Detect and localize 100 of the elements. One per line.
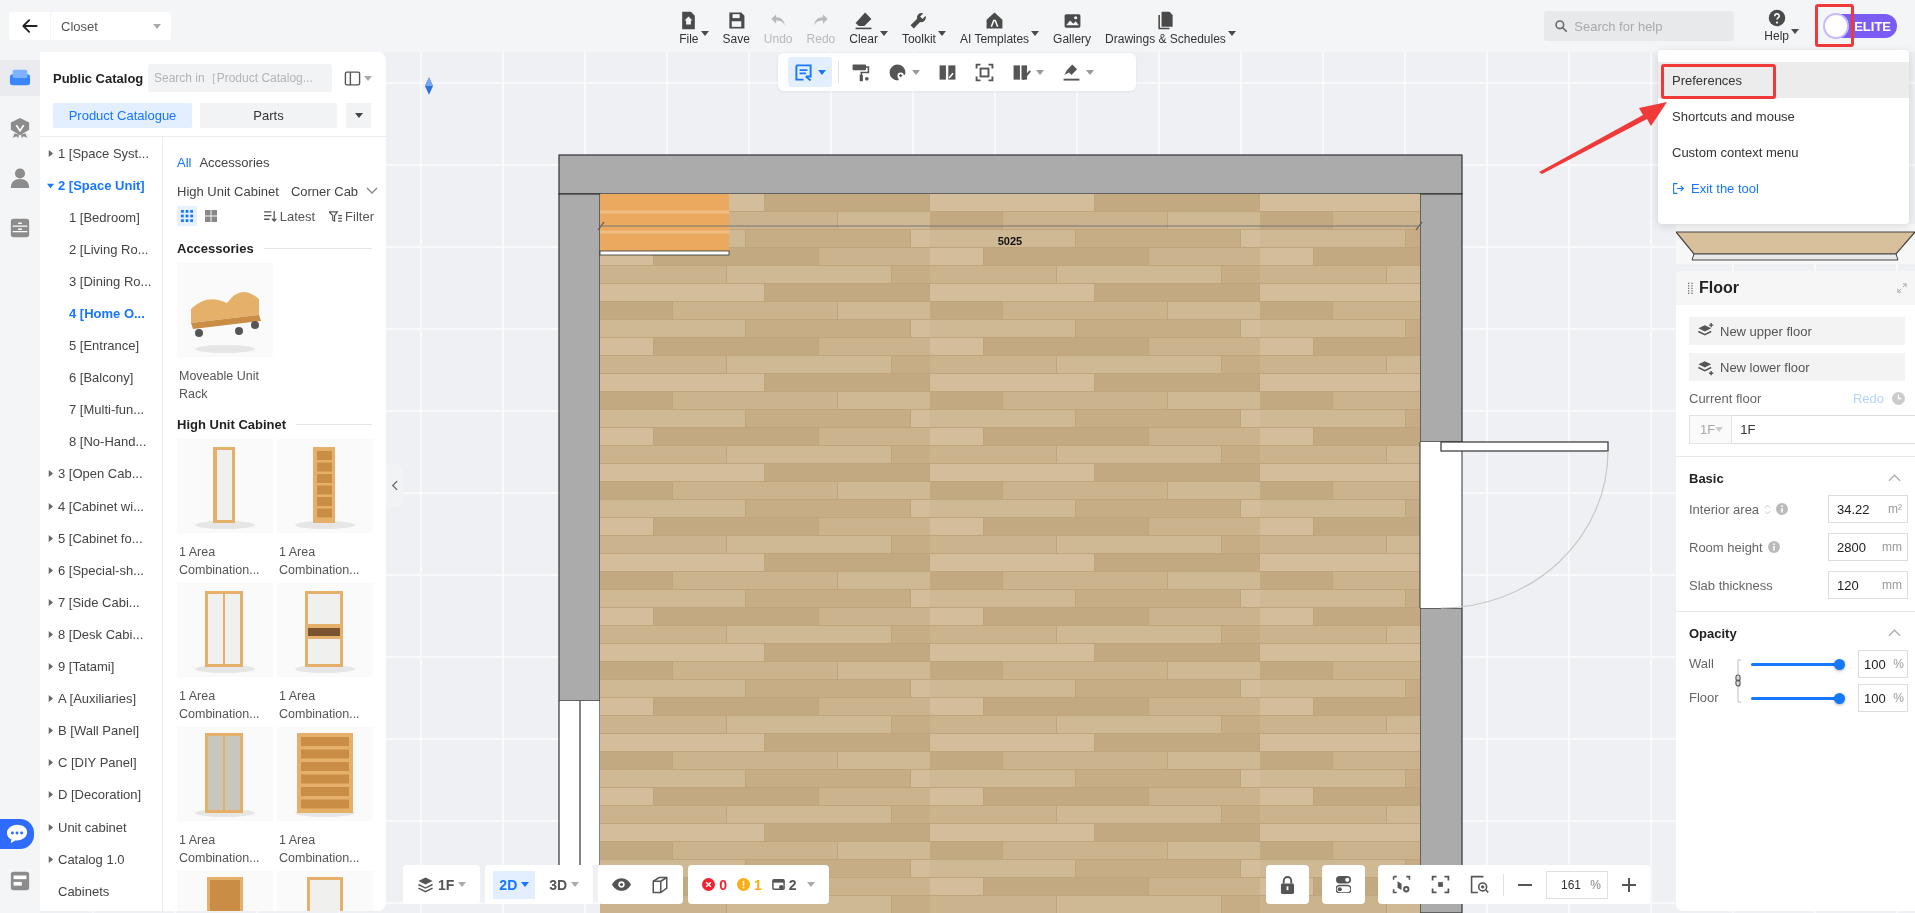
zoom-field[interactable]: 161 % xyxy=(1546,870,1608,899)
tree-item[interactable]: A [Auxiliaries] xyxy=(40,682,162,715)
tree-item[interactable]: 9 [Tatami] xyxy=(40,650,162,683)
view-mode-tab[interactable]: 2D xyxy=(493,870,536,899)
tree-item[interactable]: 8 [No-Hand... xyxy=(40,425,162,458)
catalog-tab[interactable]: Parts xyxy=(200,103,337,128)
tree-item[interactable]: 8 [Desk Cabi... xyxy=(40,618,162,651)
toolbar-button[interactable]: Drawings & Schedules xyxy=(1103,10,1238,46)
toolbar-button[interactable]: File xyxy=(677,10,711,46)
avatar[interactable] xyxy=(1823,13,1849,39)
layout-button[interactable] xyxy=(344,69,372,87)
toolbar-button[interactable]: Save xyxy=(720,10,752,46)
number-field[interactable]: 100 % xyxy=(1858,684,1908,712)
tree-item[interactable]: 4 [Home O... xyxy=(40,297,162,330)
tree-item[interactable]: 6 [Special-sh... xyxy=(40,554,162,587)
catalog-tab[interactable]: Product Catalogue xyxy=(53,103,192,128)
tree-item[interactable]: 2 [Space Unit] xyxy=(40,169,162,202)
chevron-down-icon xyxy=(366,187,378,195)
product-name[interactable]: 1 Area Combination... xyxy=(177,687,273,723)
sort-button[interactable]: Latest xyxy=(263,208,316,224)
section-heading: Accessories xyxy=(177,240,254,256)
caret-icon xyxy=(521,882,530,887)
floor-action-button[interactable]: New upper floor xyxy=(1689,317,1905,345)
menu-item[interactable]: Custom context menu xyxy=(1658,134,1909,170)
slider[interactable] xyxy=(1751,691,1846,705)
number-field[interactable]: 120 mm xyxy=(1828,571,1908,599)
more-button[interactable] xyxy=(346,103,371,128)
filter-button[interactable]: Filter xyxy=(329,208,374,224)
tree-item[interactable]: 7 [Side Cabi... xyxy=(40,586,162,619)
toolbar-button[interactable]: AI Templates xyxy=(957,10,1042,46)
caret-icon xyxy=(1036,69,1044,75)
documents-icon xyxy=(1155,10,1175,30)
product-name[interactable]: 1 Area Combination... xyxy=(177,543,273,579)
caret-icon xyxy=(1227,30,1236,36)
tree-item[interactable]: 1 [Space Syst... xyxy=(40,137,162,170)
view-mode-tab[interactable]: 3D xyxy=(543,870,586,899)
project-dropdown[interactable]: Closet xyxy=(51,12,171,40)
grid-icon xyxy=(181,210,193,222)
product-name[interactable]: 1 Area Combination... xyxy=(177,831,273,867)
issue-counter[interactable]: 0 xyxy=(702,876,727,893)
canvas-tool[interactable] xyxy=(788,57,832,87)
tree-item[interactable]: D [Decoration] xyxy=(40,778,162,811)
floor-action-button[interactable]: New lower floor xyxy=(1689,353,1905,381)
menu-item[interactable]: Shortcuts and mouse xyxy=(1658,98,1909,134)
product-name[interactable]: 1 Area Combination... xyxy=(277,543,373,579)
category-tab[interactable]: High Unit Cabinet xyxy=(177,183,279,199)
tree-item[interactable]: 2 [Living Ro... xyxy=(40,233,162,266)
tree-item[interactable]: 1 [Bedroom] xyxy=(40,201,162,234)
caret-icon xyxy=(47,598,54,606)
caret-icon xyxy=(354,113,363,118)
product-name[interactable]: 1 Area Combination... xyxy=(277,687,373,723)
filter-tab[interactable]: Accessories xyxy=(199,154,270,170)
chat-icon xyxy=(6,823,28,845)
search-field[interactable]: Search for help xyxy=(1544,11,1735,41)
product-name[interactable]: Moveable Unit Rack xyxy=(177,367,273,403)
tree-item[interactable]: 5 [Entrance] xyxy=(40,329,162,362)
layers-icon xyxy=(417,876,434,893)
chat-button[interactable] xyxy=(0,819,34,849)
floor-dropdown[interactable]: 1F xyxy=(411,870,473,899)
tree-item[interactable]: 3 [Open Cab... xyxy=(40,457,162,491)
caret-icon xyxy=(47,791,54,799)
caret-icon xyxy=(818,69,826,75)
view-toggle[interactable] xyxy=(177,206,197,226)
tree-item[interactable]: Unit cabinet xyxy=(40,810,162,844)
sidebar-tab[interactable] xyxy=(0,60,40,96)
help-button[interactable]: Help xyxy=(1762,9,1801,43)
menu-item[interactable]: Preferences xyxy=(1658,62,1909,98)
caret-icon xyxy=(1715,427,1724,432)
caret-icon xyxy=(937,30,946,36)
tree-item[interactable]: 6 [Balcony] xyxy=(40,361,162,394)
drawer-icon xyxy=(9,217,31,239)
number-field[interactable]: 2800 mm xyxy=(1828,533,1908,561)
menu-item[interactable]: Exit the tool xyxy=(1658,170,1909,206)
field-label: Room height xyxy=(1689,539,1763,555)
filter-tab[interactable]: All xyxy=(177,154,192,170)
issue-counter[interactable]: 2 xyxy=(771,876,797,893)
toolbar-button[interactable]: Gallery xyxy=(1051,10,1094,46)
floor-name-field[interactable]: 1F xyxy=(1732,415,1915,444)
field-label: Floor xyxy=(1689,689,1720,707)
tree-item[interactable]: 4 [Cabinet wi... xyxy=(40,490,162,523)
tree-item[interactable]: 5 [Cabinet fo... xyxy=(40,522,162,555)
category-tab[interactable]: Corner Cab xyxy=(290,183,359,199)
sort-arrows-icon xyxy=(1764,503,1772,515)
caret-icon xyxy=(47,759,54,767)
number-field[interactable]: 34.22 m² xyxy=(1828,495,1908,523)
tree-item[interactable]: Catalog 1.0 xyxy=(40,843,162,876)
tree-item[interactable]: C [DIY Panel] xyxy=(40,746,162,779)
tree-item[interactable]: B [Wall Panel] xyxy=(40,714,162,747)
field-label: Interior area xyxy=(1689,501,1760,517)
collapse-handle[interactable] xyxy=(386,464,403,507)
product-name[interactable]: 1 Area Combination... xyxy=(277,831,373,867)
slider[interactable] xyxy=(1751,657,1846,671)
tree-item[interactable]: Cabinets xyxy=(40,875,162,908)
toolbar-button[interactable]: Clear xyxy=(847,10,890,46)
back-button[interactable] xyxy=(9,12,50,40)
tree-item[interactable]: 7 [Multi-fun... xyxy=(40,393,162,426)
search-field[interactable]: Search in［Product Catalog... xyxy=(148,64,332,92)
number-field[interactable]: 100 % xyxy=(1858,650,1908,678)
tree-item[interactable]: 3 [Dining Ro... xyxy=(40,265,162,298)
toolbar-button[interactable]: Toolkit xyxy=(899,10,948,46)
